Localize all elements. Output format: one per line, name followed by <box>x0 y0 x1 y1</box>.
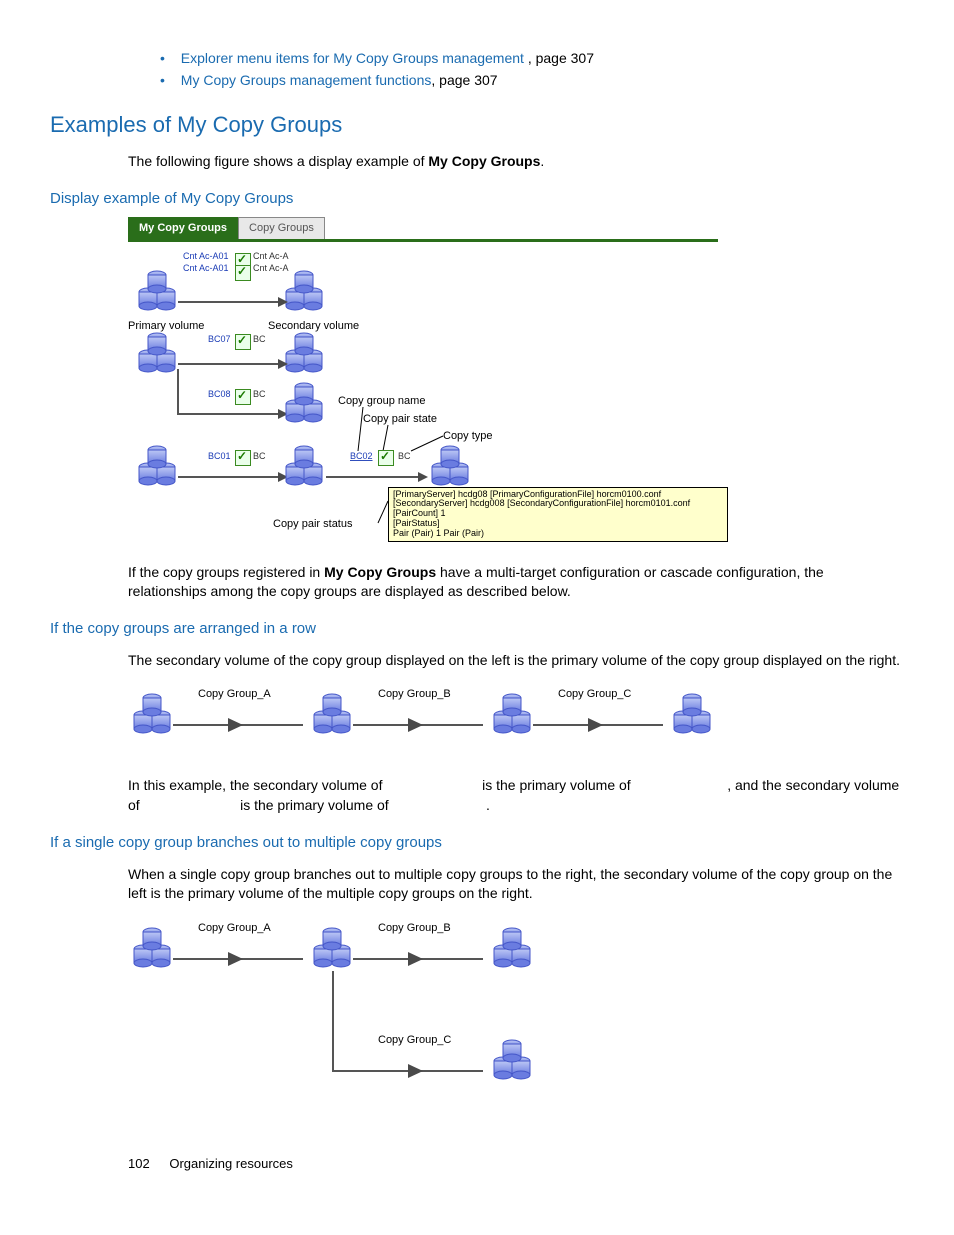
svg-text:Cnt Ac-A: Cnt Ac-A <box>253 251 289 261</box>
page-number: 102 <box>128 1156 150 1171</box>
svg-text:BC01: BC01 <box>208 451 231 461</box>
sub2-example: In this example, the secondary volume of… <box>128 776 904 815</box>
toc-tail: , page 307 <box>431 72 497 88</box>
toc-tail: , page 307 <box>528 50 594 66</box>
check-icon <box>235 389 251 405</box>
primary-volume-label: Primary volume <box>128 320 204 332</box>
label: Cnt Ac-A01 <box>183 251 229 261</box>
subhead-row: If the copy groups are arranged in a row <box>50 620 904 637</box>
tooltip-line: Pair (Pair) 1 Pair (Pair) <box>393 529 723 539</box>
svg-text:Copy Group_B: Copy Group_B <box>378 688 451 700</box>
figure-2: Copy Group_A Copy Group_B Copy Group_C <box>128 682 904 762</box>
intro-text: . <box>540 153 544 169</box>
text: . <box>486 797 490 813</box>
section-title: Examples of My Copy Groups <box>50 112 904 138</box>
text: is the primary volume of <box>236 797 392 813</box>
svg-text:Copy Group_A: Copy Group_A <box>198 922 271 934</box>
secondary-volume-label: Secondary volume <box>268 320 359 332</box>
svg-text:Copy type: Copy type <box>443 430 493 442</box>
chapter-title: Organizing resources <box>169 1156 293 1171</box>
svg-text:Copy Group_B: Copy Group_B <box>378 922 451 934</box>
toc-list: Explorer menu items for My Copy Groups m… <box>50 50 904 88</box>
tab-copy-groups[interactable]: Copy Groups <box>238 217 325 239</box>
check-icon <box>378 450 394 466</box>
svg-text:BC: BC <box>253 389 266 399</box>
check-icon <box>235 334 251 350</box>
svg-text:Cnt Ac-A01: Cnt Ac-A01 <box>183 263 229 273</box>
sub2-para: The secondary volume of the copy group d… <box>128 651 904 671</box>
svg-text:BC: BC <box>398 451 411 461</box>
svg-text:Copy pair status: Copy pair status <box>273 518 353 530</box>
figure-caption: Display example of My Copy Groups <box>50 190 904 207</box>
svg-text:BC: BC <box>253 334 266 344</box>
svg-text:BC: BC <box>253 451 266 461</box>
intro-text: The following figure shows a display exa… <box>128 153 428 169</box>
page-footer: 102 Organizing resources <box>128 1156 904 1171</box>
figure-1: My Copy Groups Copy Groups <box>128 217 748 547</box>
text: If the copy groups registered in <box>128 564 324 580</box>
svg-text:Copy Group_C: Copy Group_C <box>378 1034 451 1046</box>
toc-link[interactable]: My Copy Groups management functions <box>181 72 432 88</box>
toc-link[interactable]: Explorer menu items for My Copy Groups m… <box>181 50 528 66</box>
svg-text:Copy Group_C: Copy Group_C <box>558 688 631 700</box>
svg-text:Cnt Ac-A: Cnt Ac-A <box>253 263 289 273</box>
check-icon <box>235 265 251 281</box>
sub3-para: When a single copy group branches out to… <box>128 865 904 904</box>
svg-text:Copy group name: Copy group name <box>338 395 425 407</box>
text-bold: My Copy Groups <box>324 564 436 580</box>
svg-text:BC02: BC02 <box>350 451 373 461</box>
tab-my-copy-groups[interactable]: My Copy Groups <box>128 217 238 239</box>
subhead-branch: If a single copy group branches out to m… <box>50 834 904 851</box>
text: is the primary volume of <box>478 777 634 793</box>
svg-text:BC08: BC08 <box>208 389 231 399</box>
tooltip-box: [PrimaryServer] hcdg08 [PrimaryConfigura… <box>388 487 728 542</box>
svg-text:BC07: BC07 <box>208 334 231 344</box>
section-intro: The following figure shows a display exa… <box>128 152 904 172</box>
check-icon <box>235 450 251 466</box>
figure-3: Copy Group_A Copy Group_B Copy Group_C <box>128 916 904 1116</box>
intro-bold: My Copy Groups <box>428 153 540 169</box>
toc-item: My Copy Groups management functions, pag… <box>160 72 904 88</box>
text: In this example, the secondary volume of <box>128 777 386 793</box>
tooltip-line: [PairCount] 1 <box>393 509 723 519</box>
toc-item: Explorer menu items for My Copy Groups m… <box>160 50 904 66</box>
svg-text:Copy Group_A: Copy Group_A <box>198 688 271 700</box>
svg-text:Copy pair state: Copy pair state <box>363 413 437 425</box>
para-after-fig1: If the copy groups registered in My Copy… <box>128 563 904 602</box>
